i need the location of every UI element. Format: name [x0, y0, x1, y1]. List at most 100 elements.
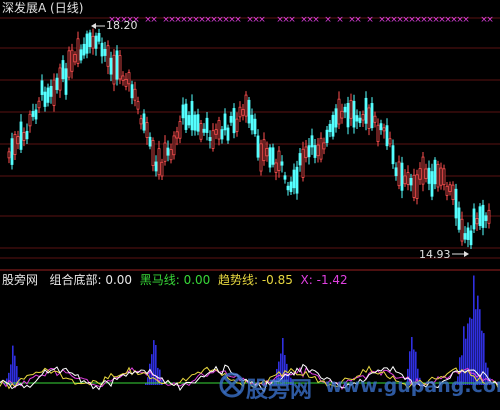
candle-body [448, 184, 452, 192]
indicator-name: 组合底部: [49, 273, 102, 287]
candle-body [304, 146, 308, 159]
candle-body [409, 177, 413, 186]
candle-body [328, 123, 332, 133]
candle-body [64, 68, 68, 95]
candle-body [247, 99, 251, 124]
signal-marker-icon: × [150, 15, 158, 25]
signal-marker-icon: × [486, 15, 494, 25]
candle-body [70, 49, 74, 72]
candle-body [178, 121, 182, 139]
histogram-bar [149, 363, 151, 385]
candle-body [112, 54, 116, 85]
candle-body [79, 49, 83, 61]
histogram-bar [151, 354, 153, 385]
candle-body [265, 148, 269, 157]
candle-body [334, 108, 338, 128]
candle-body [295, 166, 299, 194]
candle-body [25, 130, 29, 140]
candle-body [310, 135, 314, 148]
candle-body [412, 174, 416, 198]
candle-body [106, 45, 110, 67]
indicator-legend: 股旁网 组合底部: 0.00 黑马线: 0.00 趋势线: -0.85 X: -… [2, 273, 348, 287]
candle-body [115, 50, 119, 80]
histogram-bar [477, 295, 479, 385]
histogram-bar [161, 379, 163, 385]
candle-body [271, 147, 275, 165]
candle-body [202, 128, 206, 133]
candle-body [52, 79, 56, 106]
candle-body [397, 161, 401, 187]
candle-body [253, 118, 257, 135]
candle-body [346, 102, 350, 128]
candle-body [430, 171, 434, 197]
black-horse-label: 黑马线: [139, 273, 180, 287]
candle-body [472, 208, 476, 230]
candle-body [487, 209, 491, 224]
candle-body [301, 148, 305, 178]
candle-body [175, 131, 179, 139]
signal-markers: ××××× ×× ××××××××××××× ××× ××× ××× × × ×× × ××××××… [108, 15, 494, 25]
candle-body [439, 167, 443, 186]
candle-body [214, 129, 218, 135]
stock-chart-canvas[interactable]: ××××× ×× ××××××××××××× ××× ××× ××× × × ×× × ××××××… [0, 0, 500, 410]
candle-body [436, 163, 440, 188]
signal-marker-icon: × [288, 15, 296, 25]
candle-body [445, 185, 449, 196]
candle-body [88, 32, 92, 48]
candle-body [469, 230, 473, 246]
candle-body [325, 129, 329, 143]
candle-body [16, 136, 20, 145]
histogram-bar [147, 377, 149, 385]
signal-marker-icon: × [234, 15, 242, 25]
candle-body [169, 149, 173, 161]
candle-body [193, 114, 197, 131]
candle-body [124, 78, 128, 87]
cross-logo-x [222, 375, 242, 395]
candle-body [280, 161, 284, 166]
candle-body [274, 162, 278, 173]
candle-body [85, 33, 89, 54]
candle-body [427, 167, 431, 184]
candle-body [223, 113, 227, 131]
candle-body [157, 148, 161, 176]
candle-body [463, 233, 467, 240]
candle-body [352, 100, 356, 128]
candle-body [298, 153, 302, 166]
candle-body [226, 127, 230, 141]
candle-body [361, 114, 365, 121]
candle-body [343, 106, 347, 113]
candle-body [388, 138, 392, 145]
signal-marker-icon: × [336, 15, 344, 25]
candle-body [154, 161, 158, 172]
candle-body [406, 172, 410, 185]
candle-body [466, 227, 470, 240]
candle-body [277, 150, 281, 171]
candle-body [241, 109, 245, 116]
x-label: X: [300, 273, 313, 287]
candle-body [394, 167, 398, 177]
candle-body [349, 99, 353, 119]
trend-label: 趋势线: [217, 273, 258, 287]
candle-body [142, 113, 146, 131]
candle-body [166, 147, 170, 156]
candle-body [292, 169, 296, 189]
indicator-name-value: 0.00 [105, 273, 133, 287]
candle-body [73, 54, 77, 63]
candle-body [34, 109, 38, 120]
candle-body [172, 135, 176, 156]
candle-body [136, 101, 140, 110]
candle-body [145, 122, 149, 138]
candle-body [43, 91, 47, 107]
candle-body [208, 137, 212, 141]
candle-body [22, 132, 26, 141]
candle-body [475, 218, 479, 225]
candle-body [340, 110, 344, 119]
candle-body [424, 168, 428, 179]
candle-body [376, 124, 380, 143]
candle-body [19, 121, 23, 150]
candle-body [418, 168, 422, 180]
candle-body [478, 206, 482, 227]
candle-body [205, 117, 209, 133]
candle-body [13, 134, 17, 155]
candle-body [151, 140, 155, 166]
